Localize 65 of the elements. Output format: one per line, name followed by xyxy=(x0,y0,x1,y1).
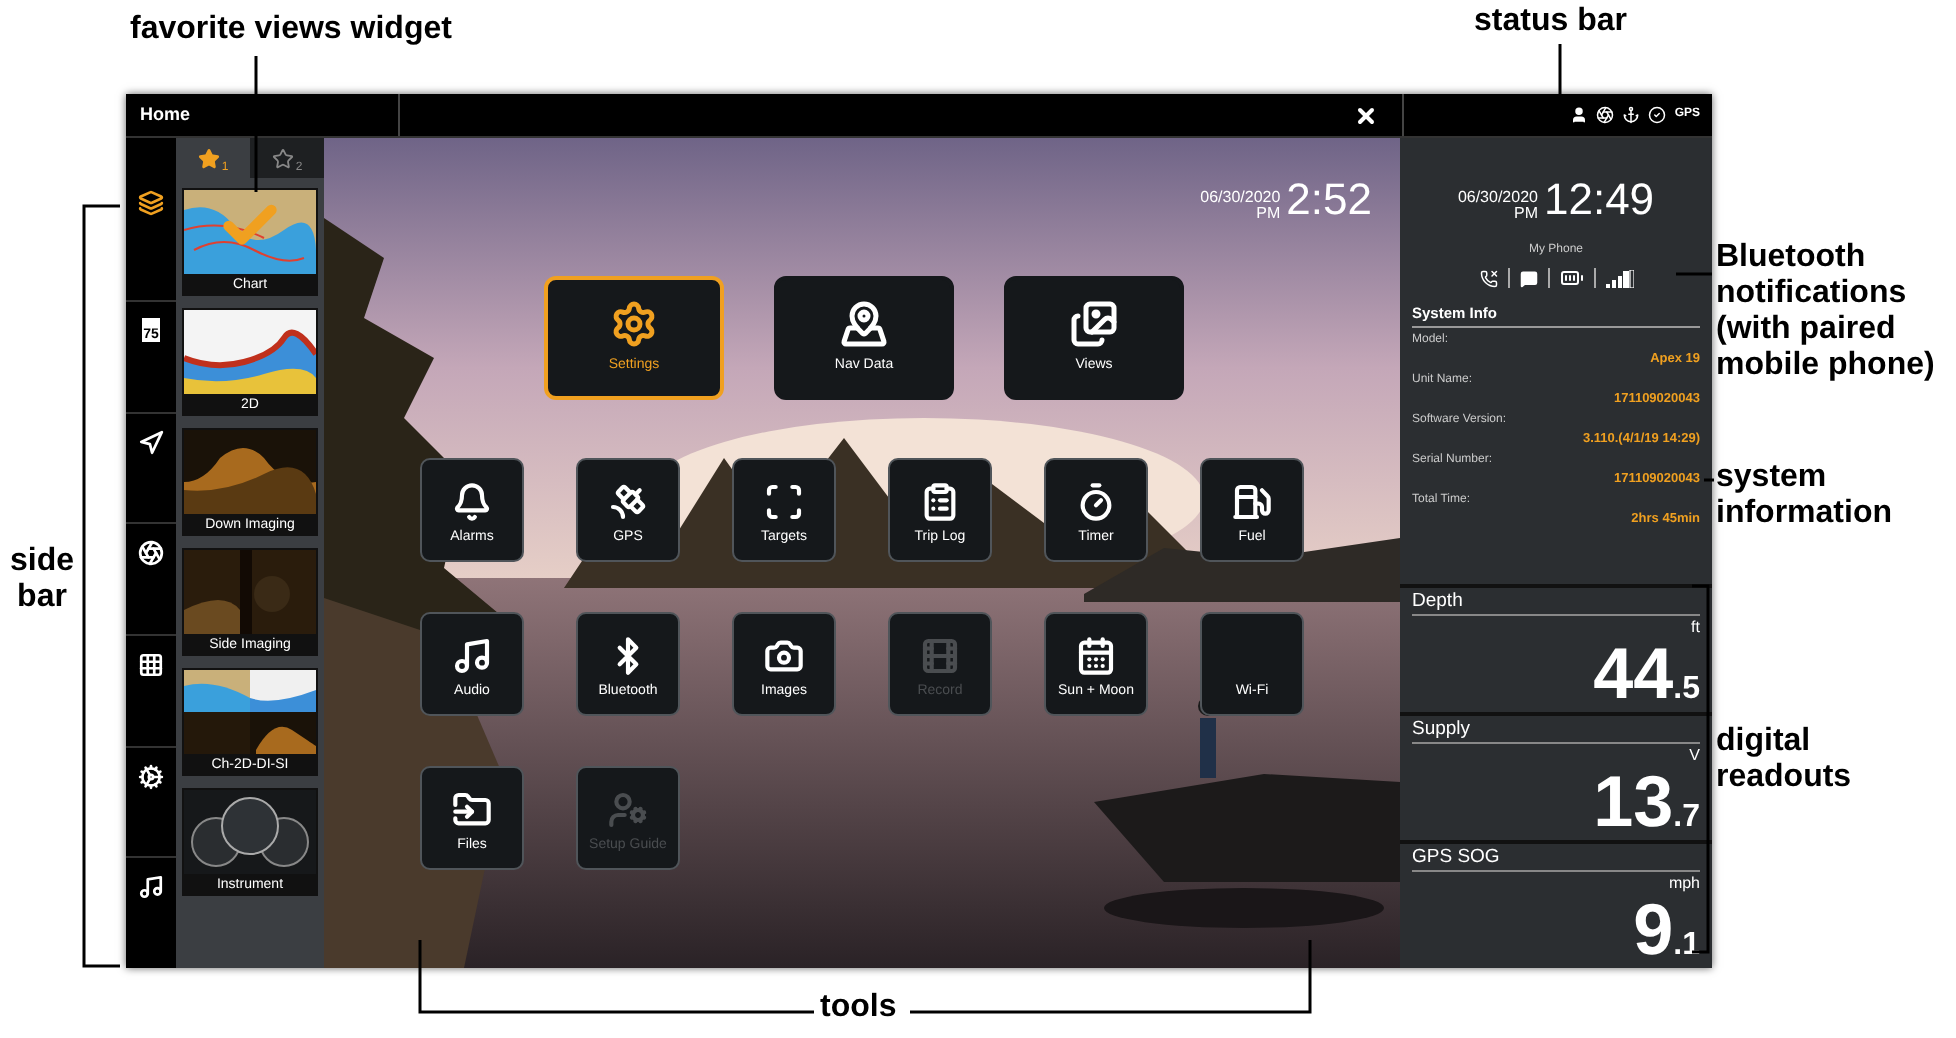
images-icon xyxy=(1070,299,1118,348)
settings-icon xyxy=(610,299,658,348)
check-circle-icon[interactable] xyxy=(1648,106,1667,124)
camera-icon xyxy=(764,635,804,675)
readout-unit: ft xyxy=(1691,618,1700,638)
aperture-icon[interactable] xyxy=(138,540,164,567)
fuel-pump-icon xyxy=(1232,481,1272,521)
readout-value: 13 xyxy=(1593,766,1674,838)
leader-line xyxy=(1704,478,1714,482)
screen-title: Home xyxy=(126,94,400,136)
scan-icon xyxy=(764,481,804,521)
view-thumbnail-drawing xyxy=(184,670,316,754)
readout-value: 9 xyxy=(1633,894,1674,966)
callout-label: Bluetooth notifications (with paired mobile phone) xyxy=(1716,240,1937,384)
close-icon[interactable] xyxy=(1354,103,1378,127)
star-icon xyxy=(271,147,294,169)
clock-time: 12:49 xyxy=(1543,178,1655,222)
view-thumbnail-drawing xyxy=(184,790,316,874)
satellite-icon xyxy=(608,481,648,521)
stopwatch-icon xyxy=(1076,481,1116,521)
battery-icon xyxy=(1559,266,1583,290)
grid-icon[interactable] xyxy=(138,652,164,679)
film-icon xyxy=(920,635,960,675)
music-note-icon[interactable] xyxy=(138,874,164,901)
readout-label: Supply xyxy=(1412,716,1700,744)
callout-label: status bar xyxy=(1474,4,1627,40)
bell-icon xyxy=(452,481,492,521)
music-note-icon xyxy=(452,635,492,675)
view-thumbnail-drawing xyxy=(184,550,316,634)
user-gear-icon xyxy=(608,789,648,829)
star-icon xyxy=(197,147,220,169)
view-thumbnail-drawing xyxy=(184,310,316,394)
readout-decimal: .7 xyxy=(1673,802,1700,834)
anchor-icon[interactable] xyxy=(1622,106,1641,124)
readout-unit: V xyxy=(1689,746,1700,766)
callout-label: digital readouts xyxy=(1716,724,1854,796)
folder-icon xyxy=(452,789,492,829)
clipboard-icon xyxy=(920,481,960,521)
missed-call-icon[interactable] xyxy=(1479,269,1497,287)
ampm-text: PM xyxy=(1256,206,1281,222)
callout-label: side bar xyxy=(7,544,76,616)
readout-value: 44 xyxy=(1593,638,1674,710)
readout-unit: mph xyxy=(1668,874,1700,894)
date-text: 06/30/2020 xyxy=(1457,190,1538,206)
arrow-icon[interactable] xyxy=(138,429,164,456)
date-text: 06/30/2020 xyxy=(1200,190,1281,206)
view-thumbnail-drawing xyxy=(184,430,316,514)
aperture-icon[interactable] xyxy=(1596,106,1615,124)
calendar-icon xyxy=(1076,635,1116,675)
map-pin-icon xyxy=(840,299,888,348)
readout-label: GPS SOG xyxy=(1412,844,1700,872)
leader-line xyxy=(1676,272,1712,276)
ampm-text: PM xyxy=(1513,206,1538,222)
callout-label: tools xyxy=(820,990,897,1026)
callout-label: favorite views widget xyxy=(130,12,452,48)
readout-decimal: .5 xyxy=(1673,674,1700,706)
callout-label: system information xyxy=(1716,460,1894,532)
readout-label: Depth xyxy=(1412,588,1700,616)
gear-icon[interactable] xyxy=(138,763,164,790)
signal-icon xyxy=(1605,269,1633,287)
view-thumbnail-drawing xyxy=(184,190,316,274)
clock-time: 2:52 xyxy=(1286,178,1372,222)
layers-icon[interactable] xyxy=(138,190,164,216)
message-icon[interactable] xyxy=(1519,269,1537,287)
person-icon[interactable] xyxy=(1570,106,1589,124)
